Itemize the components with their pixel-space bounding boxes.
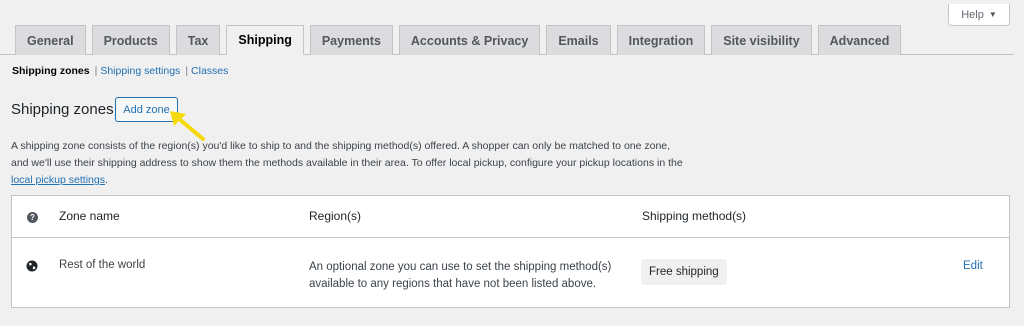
subnav-separator: |: [185, 65, 189, 77]
table-header: ? Zone name Region(s) Shipping method(s): [12, 196, 1009, 238]
globe-icon: [26, 260, 38, 272]
shipping-method-badge: Free shipping: [641, 259, 727, 285]
question-icon: ?: [27, 212, 38, 223]
description-end: .: [104, 174, 108, 186]
description-text: A shipping zone consists of the region(s…: [11, 140, 683, 169]
header-zone-name: Zone name: [59, 209, 120, 223]
subnav-shipping-zones[interactable]: Shipping zones: [12, 65, 90, 77]
shipping-subnav: Shipping zones | Shipping settings | Cla…: [12, 65, 228, 77]
zones-description: A shipping zone consists of the region(s…: [11, 138, 686, 189]
header-shipping-methods: Shipping method(s): [642, 209, 747, 223]
tab-tax[interactable]: Tax: [175, 25, 221, 55]
table-row[interactable]: Rest of the world An optional zone you c…: [12, 238, 1009, 308]
zone-name[interactable]: Rest of the world: [59, 259, 145, 271]
subnav-shipping-settings[interactable]: Shipping settings: [100, 65, 180, 77]
tab-general[interactable]: General: [15, 25, 86, 55]
caret-down-icon: ▼: [988, 10, 997, 19]
tab-payments[interactable]: Payments: [309, 25, 393, 55]
edit-zone-link[interactable]: Edit: [963, 260, 983, 272]
tab-emails[interactable]: Emails: [546, 25, 611, 55]
tab-site-visibility[interactable]: Site visibility: [711, 25, 812, 55]
header-regions: Region(s): [309, 209, 362, 223]
tab-products[interactable]: Products: [91, 25, 170, 55]
tab-advanced[interactable]: Advanced: [817, 25, 902, 55]
help-label: Help: [961, 8, 984, 21]
subnav-separator: |: [94, 65, 98, 77]
settings-tabs: General Products Tax Shipping Payments A…: [0, 25, 1024, 55]
subnav-classes[interactable]: Classes: [191, 65, 228, 77]
help-button[interactable]: Help ▼: [948, 4, 1010, 26]
local-pickup-settings-link[interactable]: local pickup settings: [11, 174, 105, 186]
shipping-zones-table: ? Zone name Region(s) Shipping method(s)…: [11, 195, 1010, 308]
tab-integration[interactable]: Integration: [616, 25, 706, 55]
zone-regions: An optional zone you can use to set the …: [309, 261, 612, 290]
tab-shipping[interactable]: Shipping: [226, 25, 304, 55]
tab-accounts-privacy[interactable]: Accounts & Privacy: [398, 25, 541, 55]
page-title: Shipping zones: [11, 101, 114, 118]
